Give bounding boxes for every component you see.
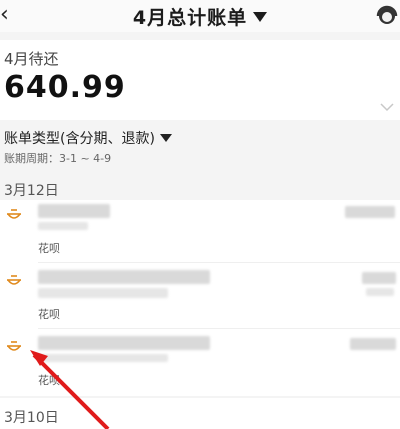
bowl-icon xyxy=(7,209,21,219)
customer-service-icon[interactable] xyxy=(374,2,400,28)
redacted-detail xyxy=(38,354,168,362)
redacted-detail xyxy=(38,222,88,230)
divider xyxy=(38,262,400,263)
redacted-amount xyxy=(362,272,396,284)
divider xyxy=(38,328,400,329)
payment-tag: 花呗 xyxy=(38,374,60,387)
chevron-down-icon[interactable] xyxy=(380,100,394,114)
list-item[interactable]: 花呗 xyxy=(0,200,400,266)
redacted-merchant xyxy=(38,204,110,218)
due-amount: 640.99 xyxy=(4,70,126,105)
page-title: 4月总计账单 xyxy=(132,6,248,29)
bowl-icon xyxy=(7,341,21,351)
payment-tag: 花呗 xyxy=(38,308,60,321)
next-group-card xyxy=(0,398,400,429)
bill-page: ‹ 4月总计账单 4月待还 640.99 账单类型(含分期、退款) 账期周期：3… xyxy=(0,0,400,429)
list-item[interactable]: 花呗 xyxy=(0,332,400,398)
bill-type-filter[interactable]: 账单类型(含分期、退款) xyxy=(4,128,172,148)
redacted-amount xyxy=(350,338,396,350)
redacted-merchant xyxy=(38,336,210,350)
due-label: 4月待还 xyxy=(4,50,59,68)
date-header: 3月10日 xyxy=(4,410,59,426)
bowl-icon xyxy=(7,275,21,285)
filter-bar: 账单类型(含分期、退款) 账期周期：3-1 ~ 4-9 xyxy=(0,122,400,170)
chevron-down-icon xyxy=(159,134,172,142)
date-header: 3月12日 xyxy=(4,183,59,199)
list-item[interactable]: 花呗 xyxy=(0,266,400,332)
bill-cycle: 账期周期：3-1 ~ 4-9 xyxy=(4,152,112,165)
redacted-merchant xyxy=(38,270,210,284)
redacted-amount xyxy=(345,206,395,218)
transaction-list: 花呗 花呗 花呗 xyxy=(0,200,400,396)
month-selector[interactable]: 4月总计账单 xyxy=(0,2,400,30)
top-bar: ‹ 4月总计账单 xyxy=(0,0,400,32)
redacted-status xyxy=(366,288,394,296)
summary-card: 4月待还 640.99 xyxy=(0,40,400,120)
payment-tag: 花呗 xyxy=(38,242,60,255)
bill-type-label: 账单类型(含分期、退款) xyxy=(4,131,155,147)
chevron-down-icon xyxy=(253,12,268,22)
redacted-detail xyxy=(38,288,168,298)
